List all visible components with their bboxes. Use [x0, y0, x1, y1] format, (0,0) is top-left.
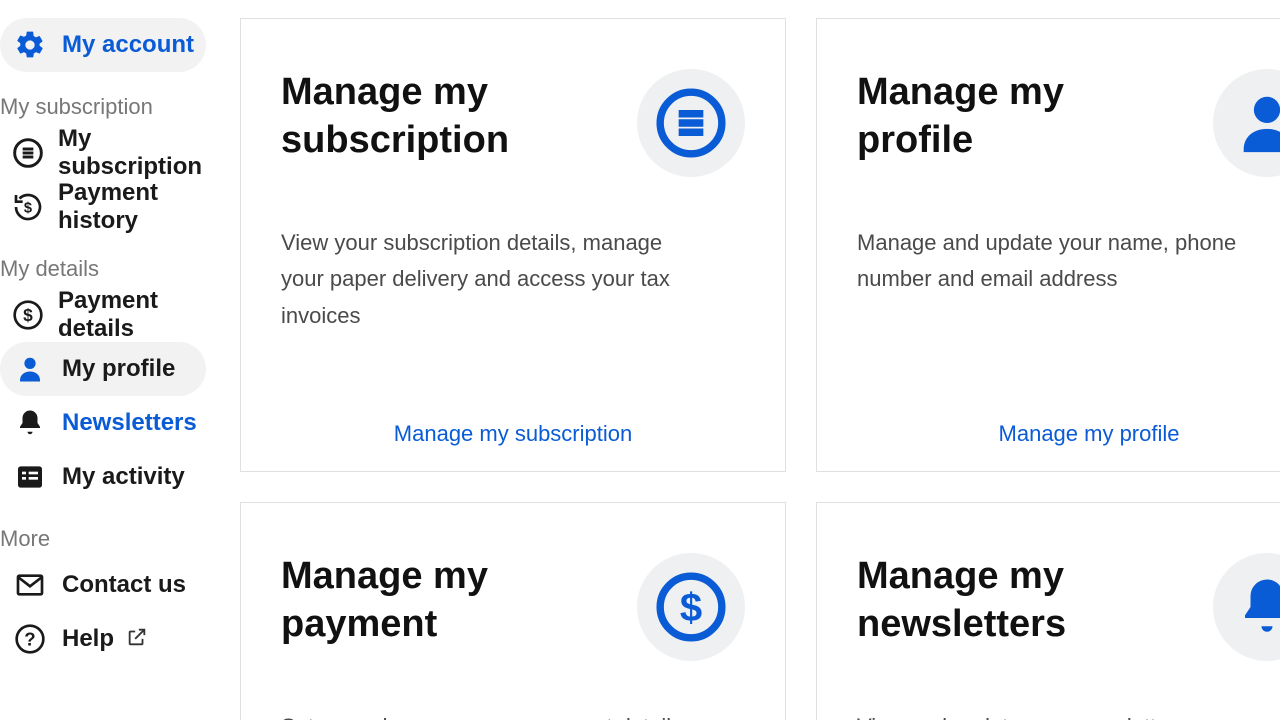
card-link-manage-profile[interactable]: Manage my profile — [817, 421, 1280, 447]
sidebar-item-payment-history[interactable]: $ Payment history — [0, 180, 206, 234]
dollar-circle-icon: $ — [637, 553, 745, 661]
svg-text:$: $ — [23, 305, 33, 325]
svg-text:$: $ — [680, 586, 702, 630]
svg-text:$: $ — [24, 200, 32, 216]
card-description: Manage and update your name, phone numbe… — [857, 225, 1277, 298]
sidebar-section-more: More — [0, 526, 206, 558]
sidebar-item-my-activity[interactable]: My activity — [0, 450, 206, 504]
sidebar-item-help[interactable]: ? Help — [0, 612, 206, 666]
card-description: View and update your newsletter subscrip… — [857, 709, 1277, 720]
card-description: View your subscription details, manage y… — [281, 225, 701, 334]
sidebar-item-label: Payment history — [58, 179, 206, 235]
bell-icon — [12, 405, 48, 441]
card-link-manage-subscription[interactable]: Manage my subscription — [241, 421, 785, 447]
menu-circle-icon — [637, 69, 745, 177]
envelope-icon — [12, 567, 48, 603]
card-title: Manage my newsletters — [857, 553, 1187, 648]
card-description: Set up and manage your payment details — [281, 709, 701, 720]
card-title: Manage my subscription — [281, 69, 611, 164]
sidebar-item-label: Payment details — [58, 287, 206, 343]
card-title: Manage my payment — [281, 553, 611, 648]
card-title: Manage my profile — [857, 69, 1187, 164]
sidebar-item-contact-us[interactable]: Contact us — [0, 558, 206, 612]
sidebar-item-label: Newsletters — [62, 409, 197, 437]
gear-icon — [12, 27, 48, 63]
card-manage-subscription: Manage my subscription View your subscri… — [240, 18, 786, 472]
sidebar-item-my-subscription[interactable]: My subscription — [0, 126, 206, 180]
card-manage-newsletters: Manage my newsletters View and update yo… — [816, 502, 1280, 720]
question-circle-icon: ? — [12, 621, 48, 657]
person-icon — [1213, 69, 1280, 177]
sidebar-item-label: My activity — [62, 463, 185, 491]
sidebar-section-details: My details — [0, 256, 206, 288]
sidebar-item-payment-details[interactable]: $ Payment details — [0, 288, 206, 342]
sidebar-item-label: My profile — [62, 355, 175, 383]
sidebar-item-label: Contact us — [62, 571, 186, 599]
sidebar-item-label: Help — [62, 625, 114, 653]
sidebar-item-my-profile[interactable]: My profile — [0, 342, 206, 396]
sidebar-section-subscription: My subscription — [0, 94, 206, 126]
bell-icon — [1213, 553, 1280, 661]
sidebar: My account My subscription My subscripti… — [0, 0, 206, 720]
sidebar-item-label: My account — [62, 31, 194, 59]
history-dollar-icon: $ — [12, 189, 44, 225]
card-manage-profile: Manage my profile Manage and update your… — [816, 18, 1280, 472]
dollar-circle-icon: $ — [12, 297, 44, 333]
sidebar-item-label: My subscription — [58, 125, 206, 181]
sidebar-item-newsletters[interactable]: Newsletters — [0, 396, 206, 450]
svg-text:?: ? — [24, 629, 35, 650]
person-icon — [12, 351, 48, 387]
menu-circle-icon — [12, 135, 44, 171]
sidebar-item-my-account[interactable]: My account — [0, 18, 206, 72]
external-link-icon — [126, 626, 148, 653]
card-manage-payment: Manage my payment $ Set up and manage yo… — [240, 502, 786, 720]
main-content: Manage my subscription View your subscri… — [206, 0, 1280, 720]
activity-list-icon — [12, 459, 48, 495]
